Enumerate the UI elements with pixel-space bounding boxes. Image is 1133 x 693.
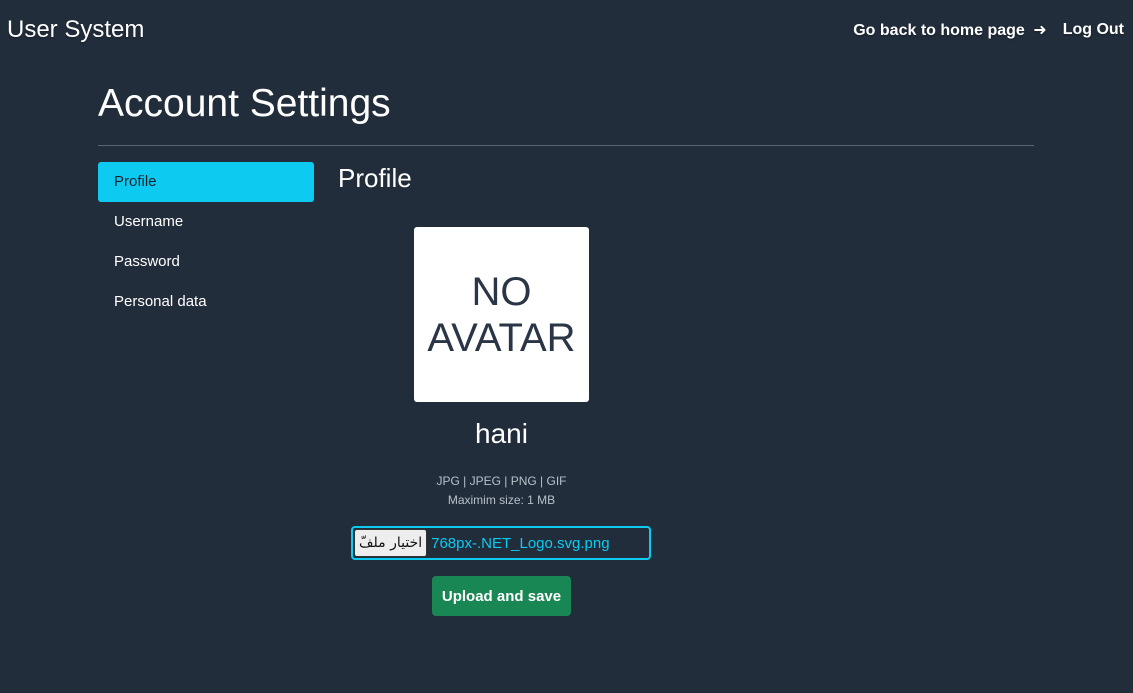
home-link[interactable]: Go back to home page ➜ <box>853 20 1046 40</box>
selected-file-name: 768px-.NET_Logo.svg.png <box>431 534 610 552</box>
top-nav: Go back to home page ➜ Log Out <box>853 20 1124 40</box>
profile-username: hani <box>475 418 528 449</box>
avatar: NO AVATAR <box>414 227 589 402</box>
arrow-right-icon: ➜ <box>1033 22 1047 39</box>
logout-link[interactable]: Log Out <box>1063 21 1124 39</box>
page-title: Account Settings <box>98 82 391 125</box>
title-divider <box>98 145 1034 146</box>
sidebar-item-profile[interactable]: Profile <box>98 162 314 202</box>
home-link-label: Go back to home page <box>853 22 1025 39</box>
formats-hint: JPG | JPEG | PNG | GIF <box>436 474 567 488</box>
sidebar-item-username[interactable]: Username <box>98 202 314 242</box>
size-hint: Maximim size: 1 MB <box>447 493 556 507</box>
file-input[interactable]: اختيار ملفّ 768px-.NET_Logo.svg.png <box>351 526 651 560</box>
settings-sidebar: Profile Username Password Personal data <box>98 162 314 322</box>
sidebar-item-personal-data[interactable]: Personal data <box>98 282 314 322</box>
avatar-text-line2: AVATAR <box>427 315 576 360</box>
avatar-text-line1: NO <box>471 269 532 314</box>
app-brand[interactable]: User System <box>7 16 144 44</box>
upload-save-button[interactable]: Upload and save <box>432 576 571 616</box>
choose-file-button[interactable]: اختيار ملفّ <box>354 529 428 557</box>
sidebar-item-password[interactable]: Password <box>98 242 314 282</box>
section-title: Profile <box>338 163 412 193</box>
